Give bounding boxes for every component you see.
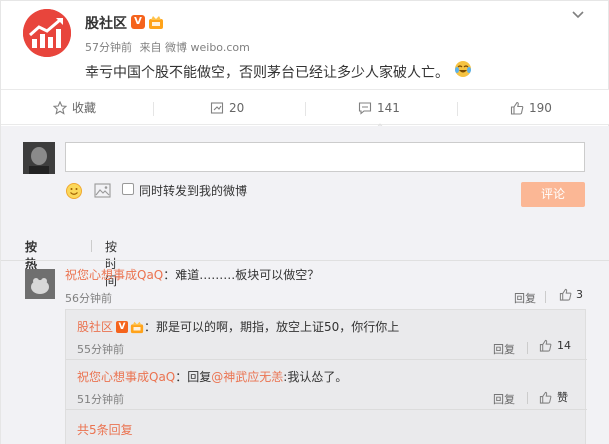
reply-time: 51分钟前 — [77, 393, 124, 406]
post-content: 幸亏中国个股不能做空，否则茅台已经让多少人家破人亡。 — [85, 65, 449, 81]
forward-icon — [210, 102, 224, 114]
reply-item: 祝您心想事成QaQ ：回复 @神武应无恙 :我认怂了。 51分钟前 回复 赞 — [66, 360, 587, 410]
reply-body: 祝您心想事成QaQ ：回复 @神武应无恙 :我认怂了。 — [77, 368, 347, 385]
comment-section: 同时转发到我的微博 评论 按热度 按时间 祝您心想事成QaQ：难道………板块可以… — [1, 126, 609, 444]
action-divider — [305, 102, 306, 116]
favorite-label: 收藏 — [72, 101, 97, 115]
also-forward-checkbox[interactable] — [122, 183, 134, 195]
also-forward-label[interactable]: 同时转发到我的微博 — [139, 182, 247, 199]
comment-body: 祝您心想事成QaQ：难道………板块可以做空？ — [65, 266, 319, 283]
post-source[interactable]: 微博 weibo.com — [165, 41, 250, 54]
thumbs-up-icon — [539, 339, 552, 352]
commenter-name[interactable]: 祝您心想事成QaQ — [65, 268, 163, 282]
star-icon — [53, 101, 67, 115]
forward-count: 20 — [229, 101, 245, 115]
current-user-avatar[interactable] — [23, 142, 55, 174]
reply-like-count: 14 — [557, 339, 571, 352]
emoji-picker-icon[interactable] — [65, 182, 83, 200]
reply-reply-button[interactable]: 回复 — [493, 391, 515, 407]
comment-icon — [358, 102, 372, 115]
source-prefix: 来自 — [139, 41, 162, 54]
thumbs-up-icon — [510, 101, 524, 115]
image-upload-icon[interactable] — [94, 183, 111, 198]
reply-text: ：那是可以的啊，期指，放空上证50，你行你上 — [144, 320, 400, 334]
post-meta: 57分钟前 来自 微博 weibo.com — [85, 39, 250, 55]
post-time[interactable]: 57分钟前 — [85, 41, 132, 54]
reply-mention-link[interactable]: @神武应无恙 — [211, 368, 283, 385]
comment-thread: 祝您心想事成QaQ：难道………板块可以做空？ 56分钟前 回复 3 股社区 V — [1, 260, 609, 444]
view-more-replies-link[interactable]: 共5条回复 — [77, 421, 133, 438]
forward-button[interactable]: 20 — [210, 90, 244, 126]
verified-badge-icon: V — [131, 15, 145, 29]
reply-item: 股社区 V ：那是可以的啊，期指，放空上证50，你行你上 55分钟前 回复 14 — [66, 310, 587, 360]
vip-crown-icon — [148, 14, 164, 30]
verified-badge-icon: V — [116, 320, 129, 333]
like-count: 190 — [529, 101, 552, 115]
post-action-bar: 收藏 20 141 190 — [1, 89, 609, 125]
reply-text-prefix: ：回复 — [175, 370, 212, 384]
reply-text: :我认怂了。 — [283, 370, 348, 384]
comment-input[interactable] — [65, 142, 585, 172]
favorite-button[interactable]: 收藏 — [53, 90, 96, 126]
reply-action-divider — [527, 342, 528, 354]
thumbs-up-icon — [559, 288, 572, 301]
laugh-cry-emoji-icon — [453, 59, 473, 79]
comment-action-divider — [545, 291, 546, 303]
reply-author-name[interactable]: 祝您心想事成QaQ — [77, 368, 175, 385]
replies-box: 股社区 V ：那是可以的啊，期指，放空上证50，你行你上 55分钟前 回复 14… — [65, 309, 587, 444]
comment-reply-button[interactable]: 回复 — [514, 290, 536, 306]
action-divider — [457, 102, 458, 116]
like-button[interactable]: 190 — [510, 90, 552, 126]
action-divider — [153, 102, 154, 116]
commenter-avatar[interactable] — [25, 269, 55, 299]
reply-reply-button[interactable]: 回复 — [493, 341, 515, 357]
reply-time: 55分钟前 — [77, 343, 124, 356]
author-avatar[interactable] — [23, 9, 71, 57]
author-name[interactable]: 股社区 — [85, 13, 127, 33]
reply-like-button[interactable]: 赞 — [539, 389, 568, 405]
thumbs-up-icon — [539, 391, 552, 404]
submit-comment-button[interactable]: 评论 — [521, 182, 585, 207]
reply-like-label: 赞 — [557, 391, 568, 404]
weibo-post-card: 股社区 V 57分钟前 来自 微博 weibo.com 幸亏中国个股不能做空，否… — [0, 0, 609, 444]
reply-like-button[interactable]: 14 — [539, 339, 571, 352]
reply-body: 股社区 V ：那是可以的啊，期指，放空上证50，你行你上 — [77, 318, 399, 335]
comment-like-count: 3 — [576, 288, 583, 301]
comment-like-button[interactable]: 3 — [559, 288, 583, 301]
sort-divider — [91, 240, 92, 252]
reply-author-name[interactable]: 股社区 — [77, 318, 113, 335]
comment-time: 56分钟前 — [65, 292, 112, 305]
reply-action-divider — [527, 392, 528, 404]
chevron-down-icon[interactable] — [571, 9, 585, 19]
vip-crown-icon — [130, 320, 144, 334]
comment-text: ：难道………板块可以做空？ — [163, 268, 320, 282]
